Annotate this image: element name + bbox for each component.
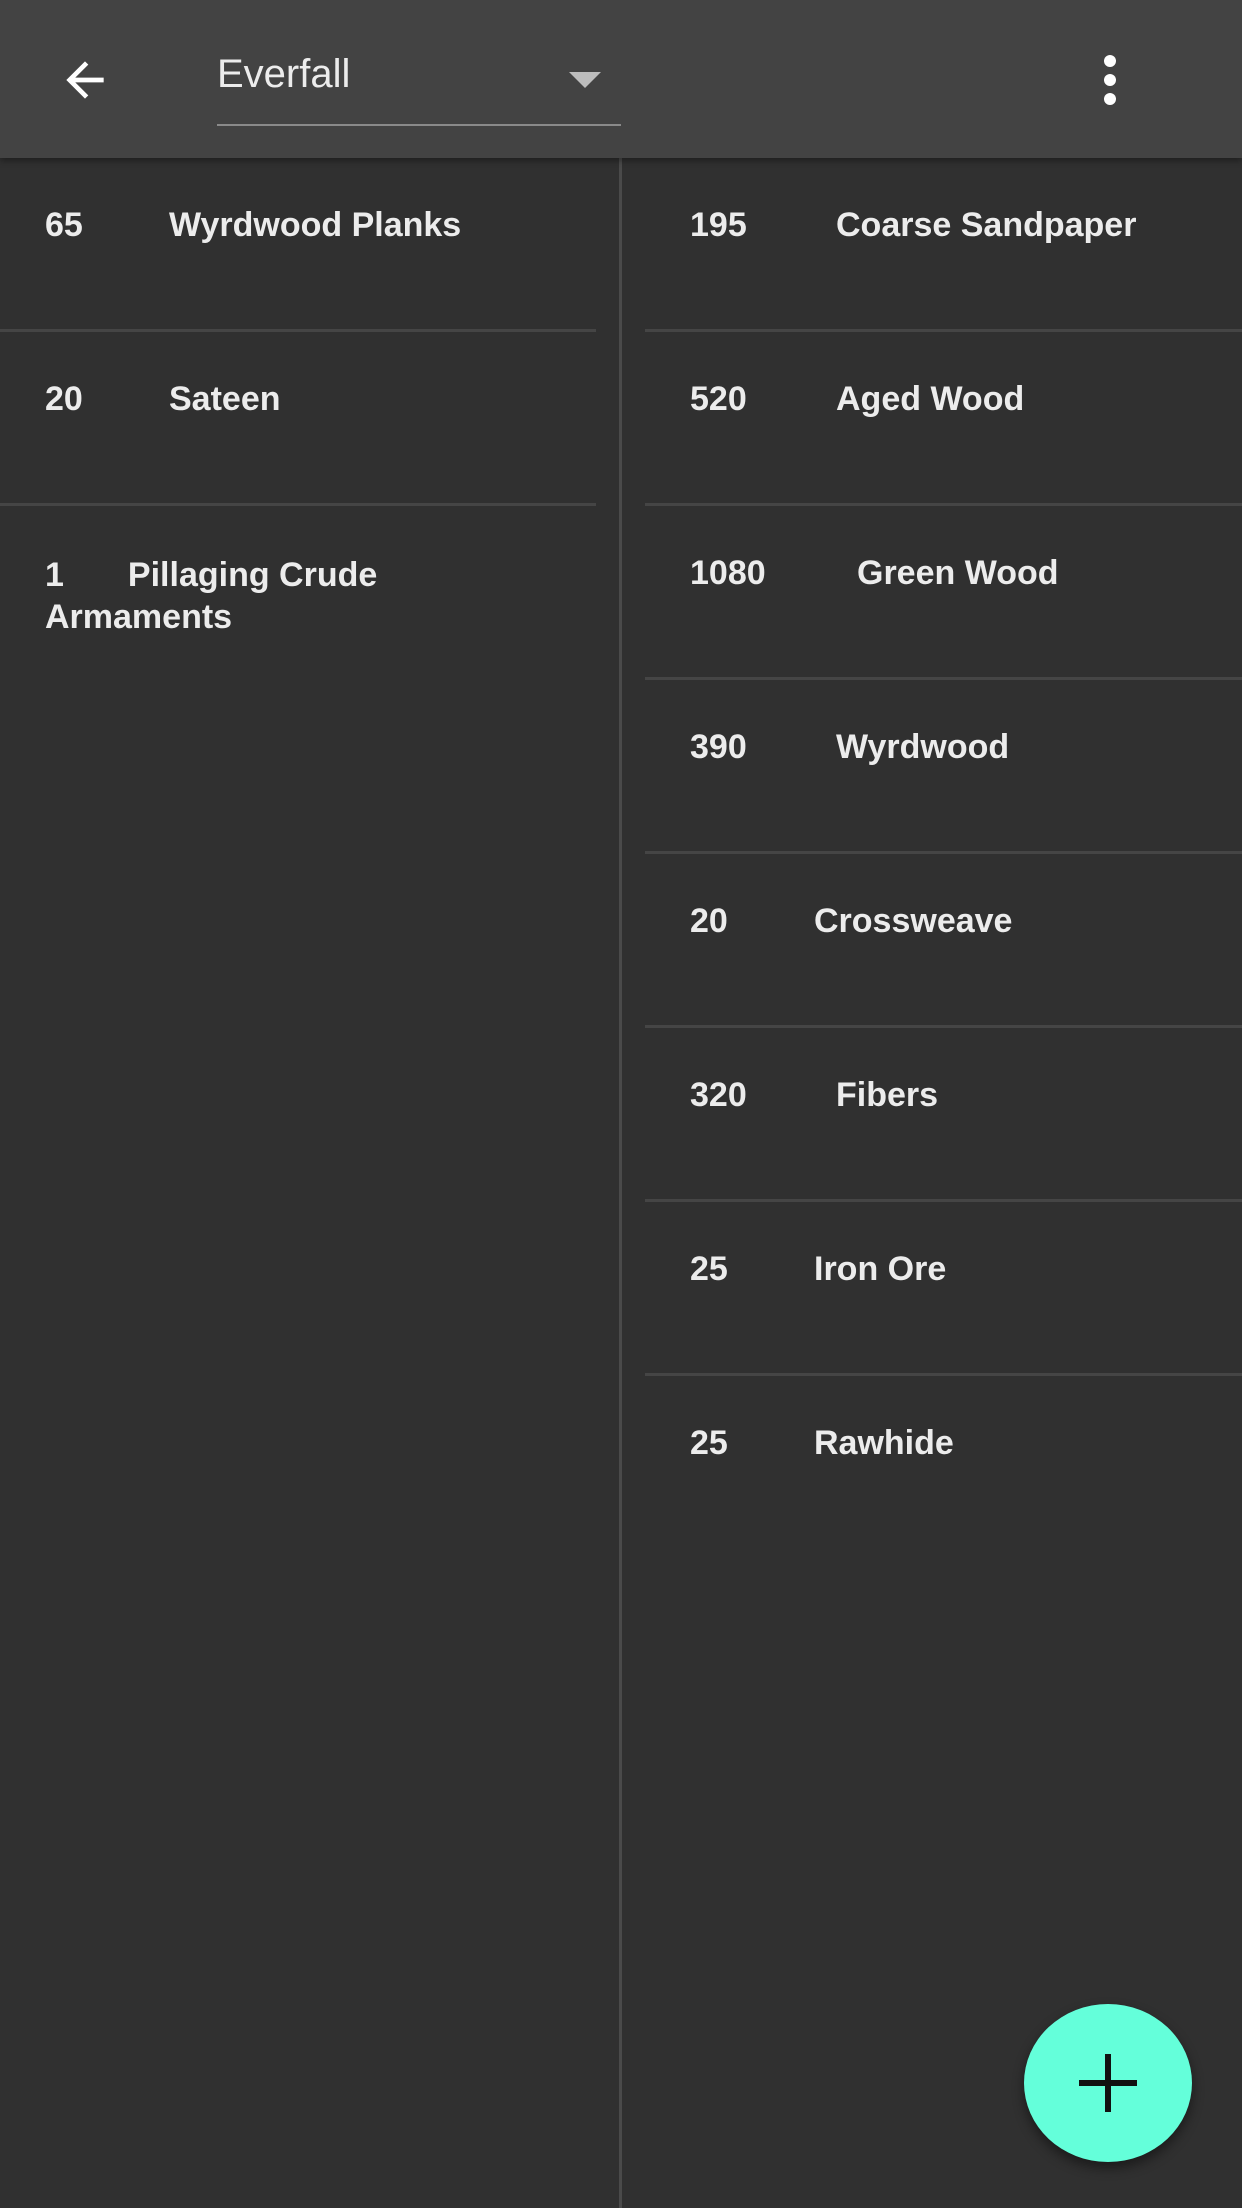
item-name: Green Wood — [857, 554, 1059, 592]
item-name: Iron Ore — [814, 1250, 947, 1288]
app-toolbar: Everfall — [0, 0, 1242, 158]
list-item[interactable]: 20 Sateen — [0, 332, 596, 506]
location-dropdown-value: Everfall — [217, 52, 351, 96]
item-name: Wyrdwood — [836, 728, 1010, 766]
list-item[interactable]: 390 Wyrdwood — [645, 680, 1242, 854]
item-name: Wyrdwood Planks — [169, 206, 462, 244]
item-quantity: 20 — [690, 902, 728, 940]
item-name: Pillaging Crude Armaments — [45, 556, 378, 636]
item-name: Aged Wood — [836, 380, 1025, 418]
overflow-menu-button[interactable] — [1070, 40, 1150, 120]
item-quantity: 320 — [690, 1076, 747, 1114]
list-item[interactable]: 20 Crossweave — [645, 854, 1242, 1028]
item-text: 1 Pillaging Crude Armaments — [45, 554, 545, 638]
item-name: Rawhide — [814, 1424, 954, 1462]
more-vertical-icon — [1104, 55, 1116, 105]
list-item[interactable]: 1 Pillaging Crude Armaments — [0, 506, 596, 677]
item-name: Coarse Sandpaper — [836, 206, 1137, 244]
item-quantity: 520 — [690, 380, 747, 418]
list-item[interactable]: 1080 Green Wood — [645, 506, 1242, 680]
list-item[interactable]: 65 Wyrdwood Planks — [0, 158, 596, 332]
item-name: Sateen — [169, 380, 281, 418]
add-item-button[interactable] — [1024, 2004, 1192, 2162]
list-item[interactable]: 25 Rawhide — [645, 1376, 1242, 1547]
item-quantity: 25 — [690, 1250, 728, 1288]
item-quantity: 1 — [45, 556, 64, 594]
list-item[interactable]: 25 Iron Ore — [645, 1202, 1242, 1376]
list-item[interactable]: 195 Coarse Sandpaper — [645, 158, 1242, 332]
list-item[interactable]: 520 Aged Wood — [645, 332, 1242, 506]
item-quantity: 25 — [690, 1424, 728, 1462]
back-button[interactable] — [40, 40, 130, 120]
item-quantity: 195 — [690, 206, 747, 244]
arrow-left-icon — [66, 61, 104, 99]
item-name: Fibers — [836, 1076, 939, 1114]
plus-icon — [1079, 2054, 1137, 2112]
left-list: 65 Wyrdwood Planks 20 Sateen 1 Pillaging … — [0, 158, 596, 677]
location-dropdown[interactable]: Everfall — [217, 32, 621, 126]
list-item[interactable]: 320 Fibers — [645, 1028, 1242, 1202]
column-divider — [619, 158, 622, 2208]
item-name: Crossweave — [814, 902, 1013, 940]
item-quantity: 65 — [45, 206, 83, 244]
caret-down-icon — [569, 72, 601, 88]
item-quantity: 390 — [690, 728, 747, 766]
item-quantity: 20 — [45, 380, 83, 418]
right-list: 195 Coarse Sandpaper 520 Aged Wood 1080 … — [645, 158, 1242, 1547]
item-quantity: 1080 — [690, 554, 766, 592]
